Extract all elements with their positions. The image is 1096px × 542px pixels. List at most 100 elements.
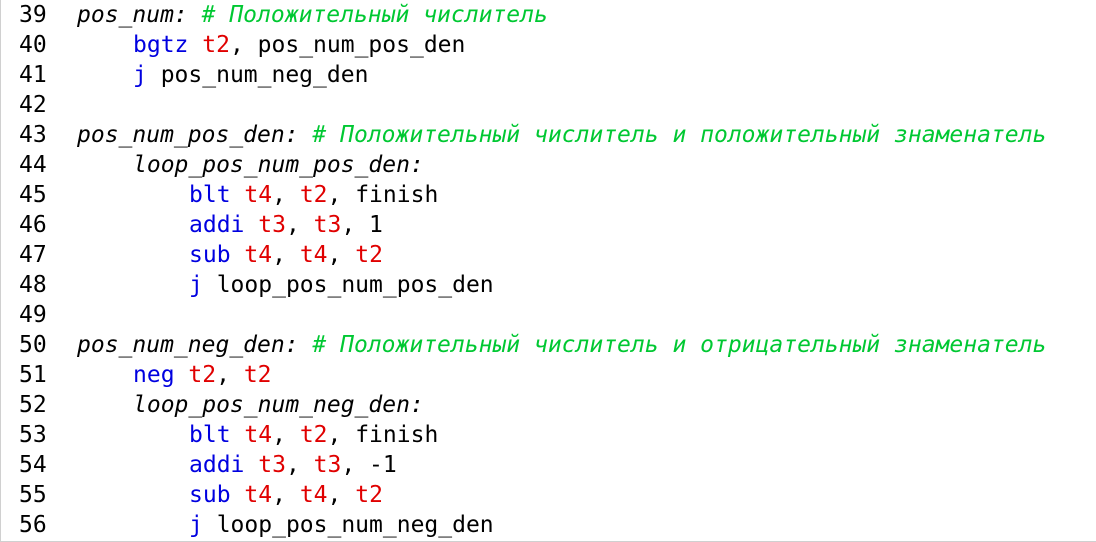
code-text: pos_num_neg_den xyxy=(146,62,369,88)
code-line[interactable]: 55 sub t4, t4, t2 xyxy=(1,480,1096,510)
code-comment: # Положительный числитель и отрицательны… xyxy=(312,332,1047,358)
code-register: t3 xyxy=(258,212,286,238)
line-content[interactable]: j loop_pos_num_neg_den xyxy=(77,510,494,540)
line-content[interactable]: addi t3, t3, 1 xyxy=(77,210,383,240)
code-register: t2 xyxy=(355,482,383,508)
code-label: loop_pos_num_neg_den: xyxy=(133,392,424,418)
code-text: loop_pos_num_pos_den xyxy=(202,272,494,298)
line-number: 52 xyxy=(19,392,47,418)
code-line[interactable]: 46 addi t3, t3, 1 xyxy=(1,210,1096,240)
code-area[interactable]: 39 pos_num: # Положительный числитель 40 bg… xyxy=(1,0,1096,540)
line-content[interactable]: blt t4, t2, finish xyxy=(77,420,438,450)
line-number: 55 xyxy=(19,482,47,508)
code-line[interactable]: 39 pos_num: # Положительный числитель xyxy=(1,0,1096,30)
code-line[interactable]: 54 addi t3, t3, -1 xyxy=(1,450,1096,480)
code-register: t3 xyxy=(258,452,286,478)
code-instruction: j xyxy=(133,62,147,88)
line-number: 40 xyxy=(19,32,47,58)
line-number: 51 xyxy=(19,362,47,388)
line-number: 44 xyxy=(19,152,47,178)
code-line[interactable]: 50 pos_num_neg_den: # Положительный числи… xyxy=(1,330,1096,360)
code-line[interactable]: 40 bgtz t2, pos_num_pos_den xyxy=(1,30,1096,60)
code-label: pos_num: xyxy=(77,2,188,28)
code-text: , pos_num_pos_den xyxy=(229,32,466,58)
code-instruction: blt xyxy=(189,182,231,208)
code-instruction: addi xyxy=(189,452,245,478)
code-line[interactable]: 41 j pos_num_neg_den xyxy=(1,60,1096,90)
line-content[interactable]: pos_num_pos_den: # Положительный числите… xyxy=(77,120,1046,150)
line-number: 53 xyxy=(19,422,47,448)
line-number: 39 xyxy=(19,2,47,28)
code-text: , 1 xyxy=(341,212,383,238)
line-content[interactable]: j loop_pos_num_pos_den xyxy=(77,270,494,300)
code-register: t4 xyxy=(244,182,273,208)
line-content[interactable]: loop_pos_num_neg_den: xyxy=(77,390,424,420)
code-line[interactable]: 48 j loop_pos_num_pos_den xyxy=(1,270,1096,300)
line-content[interactable]: j pos_num_neg_den xyxy=(77,60,368,90)
line-number: 46 xyxy=(19,212,47,238)
line-content[interactable]: pos_num: # Положительный числитель xyxy=(77,0,548,30)
line-number: 49 xyxy=(19,302,47,328)
line-content[interactable]: pos_num_neg_den: # Положительный числите… xyxy=(77,330,1046,360)
code-text: , xyxy=(272,182,300,208)
code-editor[interactable]: 39 pos_num: # Положительный числитель 40 bg… xyxy=(0,0,1096,542)
line-content[interactable]: sub t4, t4, t2 xyxy=(77,480,383,510)
line-number: 43 xyxy=(19,122,47,148)
code-text: , xyxy=(327,482,356,508)
code-line[interactable]: 42 xyxy=(1,90,1096,120)
line-content[interactable]: loop_pos_num_pos_den: xyxy=(77,150,424,180)
code-register: t4 xyxy=(299,482,328,508)
line-content[interactable]: neg t2, t2 xyxy=(77,360,272,390)
code-instruction: sub xyxy=(189,482,231,508)
code-line[interactable]: 44 loop_pos_num_pos_den: xyxy=(1,150,1096,180)
code-register: t4 xyxy=(244,482,273,508)
code-register: t4 xyxy=(244,422,273,448)
line-number: 54 xyxy=(19,452,47,478)
line-number: 50 xyxy=(19,332,47,358)
code-instruction: j xyxy=(189,272,203,298)
line-number: 48 xyxy=(19,272,47,298)
code-register: t4 xyxy=(299,242,328,268)
code-line[interactable]: 43 pos_num_pos_den: # Положительный числи… xyxy=(1,120,1096,150)
code-line[interactable]: 49 xyxy=(1,300,1096,330)
code-instruction: addi xyxy=(189,212,245,238)
code-register: t2 xyxy=(202,32,230,58)
code-line[interactable]: 47 sub t4, t4, t2 xyxy=(1,240,1096,270)
code-text: , xyxy=(272,422,300,448)
code-register: t3 xyxy=(313,212,342,238)
code-line[interactable]: 51 neg t2, t2 xyxy=(1,360,1096,390)
code-register: t4 xyxy=(244,242,273,268)
code-text: , finish xyxy=(327,422,439,448)
line-content[interactable]: bgtz t2, pos_num_pos_den xyxy=(77,30,465,60)
code-line[interactable]: 45 blt t4, t2, finish xyxy=(1,180,1096,210)
line-content[interactable]: sub t4, t4, t2 xyxy=(77,240,383,270)
code-label: loop_pos_num_pos_den: xyxy=(133,152,424,178)
code-comment: # Положительный числитель xyxy=(201,2,548,28)
code-line[interactable]: 52 loop_pos_num_neg_den: xyxy=(1,390,1096,420)
code-line[interactable]: 56 j loop_pos_num_neg_den xyxy=(1,510,1096,540)
code-instruction: blt xyxy=(189,422,231,448)
code-instruction: sub xyxy=(189,242,231,268)
code-text: , xyxy=(216,362,244,388)
line-number: 45 xyxy=(19,182,47,208)
code-register: t2 xyxy=(299,422,328,448)
code-register: t2 xyxy=(299,182,328,208)
code-instruction: neg xyxy=(133,362,175,388)
code-line[interactable]: 53 blt t4, t2, finish xyxy=(1,420,1096,450)
code-comment: # Положительный числитель и положительны… xyxy=(312,122,1047,148)
code-label: pos_num_neg_den: xyxy=(77,332,299,358)
code-text: , xyxy=(327,242,356,268)
code-register: t2 xyxy=(355,242,383,268)
line-content[interactable]: blt t4, t2, finish xyxy=(77,180,438,210)
code-register: t2 xyxy=(188,362,217,388)
code-text: , finish xyxy=(327,182,439,208)
line-content[interactable]: addi t3, t3, -1 xyxy=(77,450,397,480)
code-text: , xyxy=(272,242,300,268)
line-number: 41 xyxy=(19,62,47,88)
